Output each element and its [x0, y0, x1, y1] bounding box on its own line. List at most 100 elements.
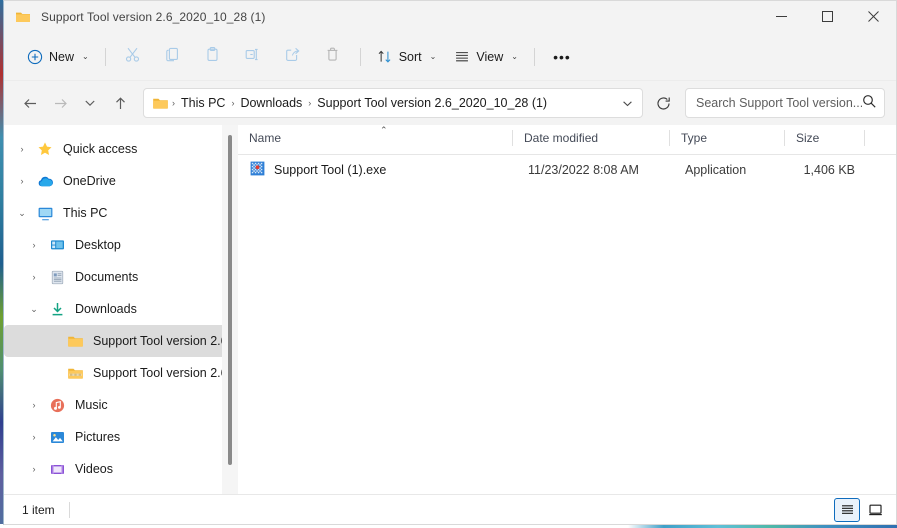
- search-icon[interactable]: [862, 94, 876, 113]
- sidebar-item-desktop[interactable]: › Desktop: [4, 229, 230, 261]
- column-header-label: Date modified: [524, 131, 599, 145]
- file-date-modified: 11/23/2022 8:08 AM: [528, 163, 639, 177]
- breadcrumb-item-current-folder[interactable]: Support Tool version 2.6_2020_10_28 (1): [312, 93, 552, 113]
- sidebar-item-videos[interactable]: › Videos: [4, 453, 230, 485]
- sort-button[interactable]: Sort ⌄: [368, 41, 446, 73]
- search-input[interactable]: [696, 96, 862, 110]
- sort-button-label: Sort: [398, 49, 422, 64]
- sidebar-item-label: Videos: [75, 462, 113, 476]
- column-header-label: Name: [249, 131, 282, 145]
- folder-icon: [152, 95, 169, 112]
- chevron-right-icon[interactable]: ›: [10, 144, 34, 154]
- nav-scrollbar-thumb[interactable]: [228, 135, 232, 465]
- folder-icon: [15, 9, 31, 25]
- sidebar-item-label: Desktop: [75, 238, 121, 252]
- toolbar-divider-3: [533, 47, 535, 66]
- sidebar-item-this-pc[interactable]: ⌄ This PC: [4, 197, 230, 229]
- sidebar-item-label: OneDrive: [63, 174, 116, 188]
- chevron-right-icon[interactable]: ›: [22, 272, 46, 282]
- cloud-icon: [34, 173, 56, 190]
- chevron-right-icon[interactable]: ›: [22, 432, 46, 442]
- sidebar-item-pictures[interactable]: › Pictures: [4, 421, 230, 453]
- chevron-down-icon: ⌄: [82, 52, 89, 61]
- address-bar: › This PC › Downloads › Support Tool ver…: [4, 81, 896, 125]
- download-icon: [46, 301, 68, 318]
- copy-button[interactable]: [153, 41, 193, 73]
- zip-folder-icon: [64, 365, 86, 382]
- minimize-button[interactable]: [758, 1, 804, 33]
- item-count: 1 item: [22, 502, 55, 517]
- sidebar-item-label: Quick access: [63, 142, 138, 156]
- trash-icon: [324, 46, 341, 68]
- chevron-down-icon: ⌄: [429, 52, 437, 61]
- sidebar-item-support-tool-folder[interactable]: Support Tool version 2.6_202: [4, 325, 230, 357]
- breadcrumb-item-this-pc[interactable]: This PC: [176, 93, 230, 113]
- view-toggle-group: [834, 497, 888, 522]
- close-button[interactable]: [850, 1, 896, 33]
- explorer-body: › Quick access › OneDrive ⌄ This PC › De…: [4, 125, 896, 494]
- new-button[interactable]: New ⌄: [18, 41, 98, 73]
- file-explorer-window: Support Tool version 2.6_2020_10_28 (1) …: [3, 0, 897, 525]
- up-button[interactable]: [105, 88, 135, 118]
- chevron-down-icon: ⌄: [511, 52, 518, 61]
- delete-button[interactable]: [313, 41, 353, 73]
- monitor-icon: [34, 205, 56, 222]
- breadcrumb[interactable]: › This PC › Downloads › Support Tool ver…: [143, 88, 643, 118]
- chevron-down-icon[interactable]: ⌄: [10, 208, 34, 219]
- file-list-pane: Name ⌃ Date modified Type Size Support T…: [238, 125, 896, 494]
- more-options-button[interactable]: •••: [542, 41, 582, 73]
- sidebar-item-label: Pictures: [75, 430, 121, 444]
- music-icon: [46, 397, 68, 414]
- recent-locations-button[interactable]: [75, 88, 105, 118]
- new-button-label: New: [49, 49, 75, 64]
- rename-button[interactable]: [233, 41, 273, 73]
- exe-app-icon: [249, 160, 266, 180]
- refresh-button[interactable]: [649, 89, 677, 117]
- copy-icon: [164, 46, 181, 68]
- paste-button[interactable]: [193, 41, 233, 73]
- file-size: 1,406 KB: [803, 163, 855, 177]
- sidebar-item-onedrive[interactable]: › OneDrive: [4, 165, 230, 197]
- table-row[interactable]: Support Tool (1).exe 11/23/2022 8:08 AM …: [242, 157, 890, 183]
- chevron-right-icon[interactable]: ›: [22, 240, 46, 250]
- sort-ascending-icon: ⌃: [380, 125, 388, 135]
- breadcrumb-item-downloads[interactable]: Downloads: [235, 93, 307, 113]
- chevron-right-icon[interactable]: ›: [22, 464, 46, 474]
- star-icon: [34, 141, 56, 157]
- sort-arrows-icon: [377, 49, 393, 65]
- clipboard-icon: [204, 46, 221, 68]
- sidebar-item-music[interactable]: › Music: [4, 389, 230, 421]
- view-button[interactable]: View ⌄: [445, 41, 527, 73]
- cut-button[interactable]: [113, 41, 153, 73]
- chevron-right-icon[interactable]: ›: [22, 400, 46, 410]
- toolbar-divider-2: [359, 47, 361, 66]
- chevron-down-icon[interactable]: ⌄: [22, 304, 46, 315]
- column-header-type[interactable]: Type: [670, 127, 785, 149]
- documents-icon: [46, 269, 68, 286]
- maximize-button[interactable]: [804, 1, 850, 33]
- sidebar-item-support-tool-zip-folder[interactable]: Support Tool version 2.6_202: [4, 357, 230, 389]
- share-button[interactable]: [273, 41, 313, 73]
- column-header-size[interactable]: Size: [785, 127, 865, 149]
- column-header-row: Name ⌃ Date modified Type Size: [238, 125, 896, 155]
- desktop-icon: [46, 237, 68, 254]
- plus-circle-icon: [27, 49, 43, 65]
- breadcrumb-dropdown-button[interactable]: [614, 90, 640, 116]
- sidebar-item-label: Music: [75, 398, 108, 412]
- chevron-right-icon[interactable]: ›: [10, 176, 34, 186]
- details-view-button[interactable]: [834, 497, 860, 522]
- back-button[interactable]: [15, 88, 45, 118]
- share-icon: [284, 46, 301, 68]
- column-header-name[interactable]: Name ⌃: [238, 125, 513, 149]
- sidebar-item-label: Downloads: [75, 302, 137, 316]
- forward-button[interactable]: [45, 88, 75, 118]
- sidebar-item-documents[interactable]: › Documents: [4, 261, 230, 293]
- view-button-label: View: [476, 49, 504, 64]
- sidebar-item-quick-access[interactable]: › Quick access: [4, 133, 230, 165]
- search-box[interactable]: [685, 88, 885, 118]
- column-header-date-modified[interactable]: Date modified: [513, 127, 670, 149]
- sidebar-item-downloads[interactable]: ⌄ Downloads: [4, 293, 230, 325]
- large-icons-view-button[interactable]: [862, 498, 888, 522]
- pictures-icon: [46, 429, 68, 446]
- sidebar-item-label: Support Tool version 2.6_202: [93, 334, 224, 348]
